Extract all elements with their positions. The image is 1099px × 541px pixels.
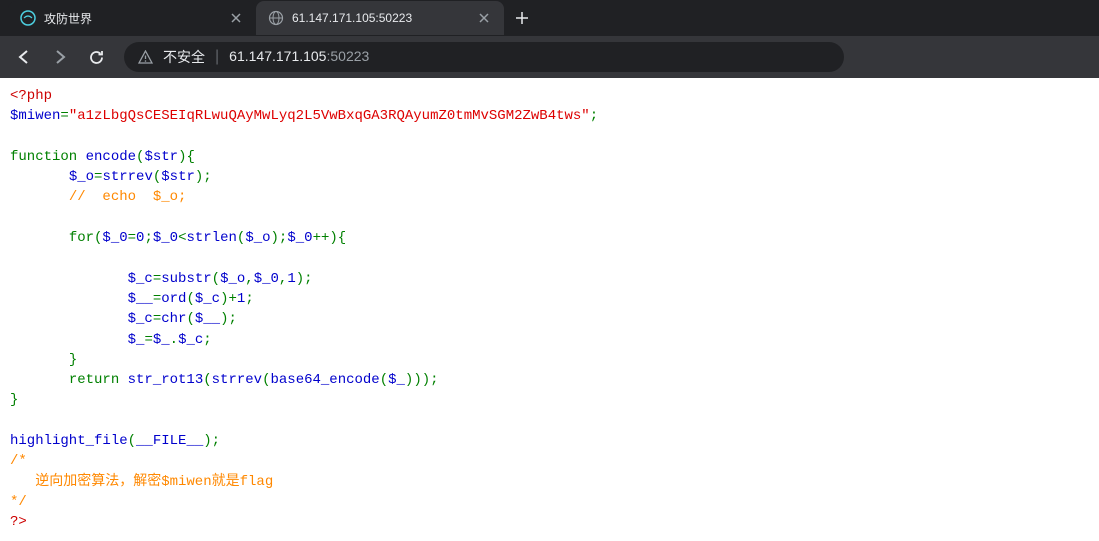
browser-chrome: 攻防世界 61.147.171.105:50223 [0, 0, 1099, 78]
new-tab-button[interactable] [508, 4, 536, 32]
tab-2[interactable]: 61.147.171.105:50223 [256, 1, 504, 35]
back-button[interactable] [8, 41, 40, 73]
toolbar: 不安全 | 61.147.171.105:50223 [0, 36, 1099, 78]
tab-1[interactable]: 攻防世界 [8, 1, 256, 35]
warning-icon [138, 50, 153, 65]
tab-strip: 攻防世界 61.147.171.105:50223 [0, 0, 1099, 36]
address-bar[interactable]: 不安全 | 61.147.171.105:50223 [124, 42, 844, 72]
address-divider: | [215, 48, 219, 66]
tab-close-2[interactable] [476, 10, 492, 26]
url-text: 61.147.171.105:50223 [229, 48, 369, 66]
reload-button[interactable] [80, 41, 112, 73]
forward-button[interactable] [44, 41, 76, 73]
tab-close-1[interactable] [228, 10, 244, 26]
security-label: 不安全 [163, 47, 205, 67]
globe-icon [268, 10, 284, 26]
code-block: <?php $miwen="a1zLbgQsCESEIqRLwuQAyMwLyq… [10, 86, 1089, 533]
tab-title-2: 61.147.171.105:50223 [292, 11, 468, 25]
tab-title-1: 攻防世界 [44, 10, 220, 27]
tab-favicon-1 [20, 10, 36, 26]
page-content: <?php $miwen="a1zLbgQsCESEIqRLwuQAyMwLyq… [0, 78, 1099, 541]
